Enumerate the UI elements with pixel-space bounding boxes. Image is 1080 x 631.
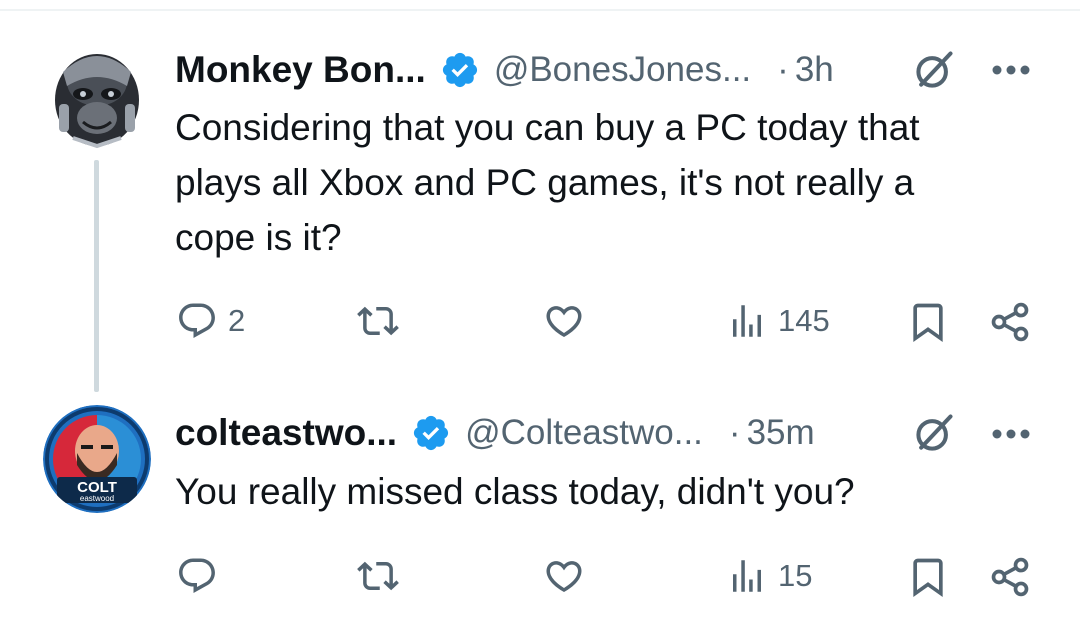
handle[interactable]: @Colteastwo... — [465, 413, 703, 453]
like-icon — [546, 561, 582, 593]
tweet-text-line: You really missed class today, didn't yo… — [175, 471, 855, 512]
repost-button[interactable] — [355, 555, 411, 597]
repost-icon — [357, 561, 399, 591]
tweet-header: colteastwo... @Colteastwo... · 35m — [175, 407, 815, 459]
avatar[interactable]: COLT eastwood — [43, 405, 151, 513]
views-count: 15 — [778, 558, 813, 593]
reply-icon — [179, 558, 215, 593]
separator-dot: · — [728, 413, 741, 452]
tweet-2[interactable]: COLT eastwood colteastwo... @Colteastwo.… — [0, 0, 1080, 631]
bookmark-icon[interactable] — [906, 555, 950, 599]
share-icon[interactable] — [988, 555, 1032, 599]
tweet-text: You really missed class today, didn't yo… — [175, 464, 855, 519]
timestamp[interactable]: 35m — [747, 413, 815, 453]
more-icon[interactable] — [992, 428, 1030, 440]
views-icon — [733, 560, 761, 592]
avatar-subtext: eastwood — [80, 494, 114, 503]
like-button[interactable] — [542, 555, 596, 597]
grok-icon[interactable] — [912, 411, 956, 455]
reply-button[interactable] — [176, 555, 228, 597]
display-name[interactable]: colteastwo... — [175, 412, 397, 454]
views-button[interactable]: 15 — [726, 555, 812, 597]
verified-badge-icon — [413, 415, 449, 451]
